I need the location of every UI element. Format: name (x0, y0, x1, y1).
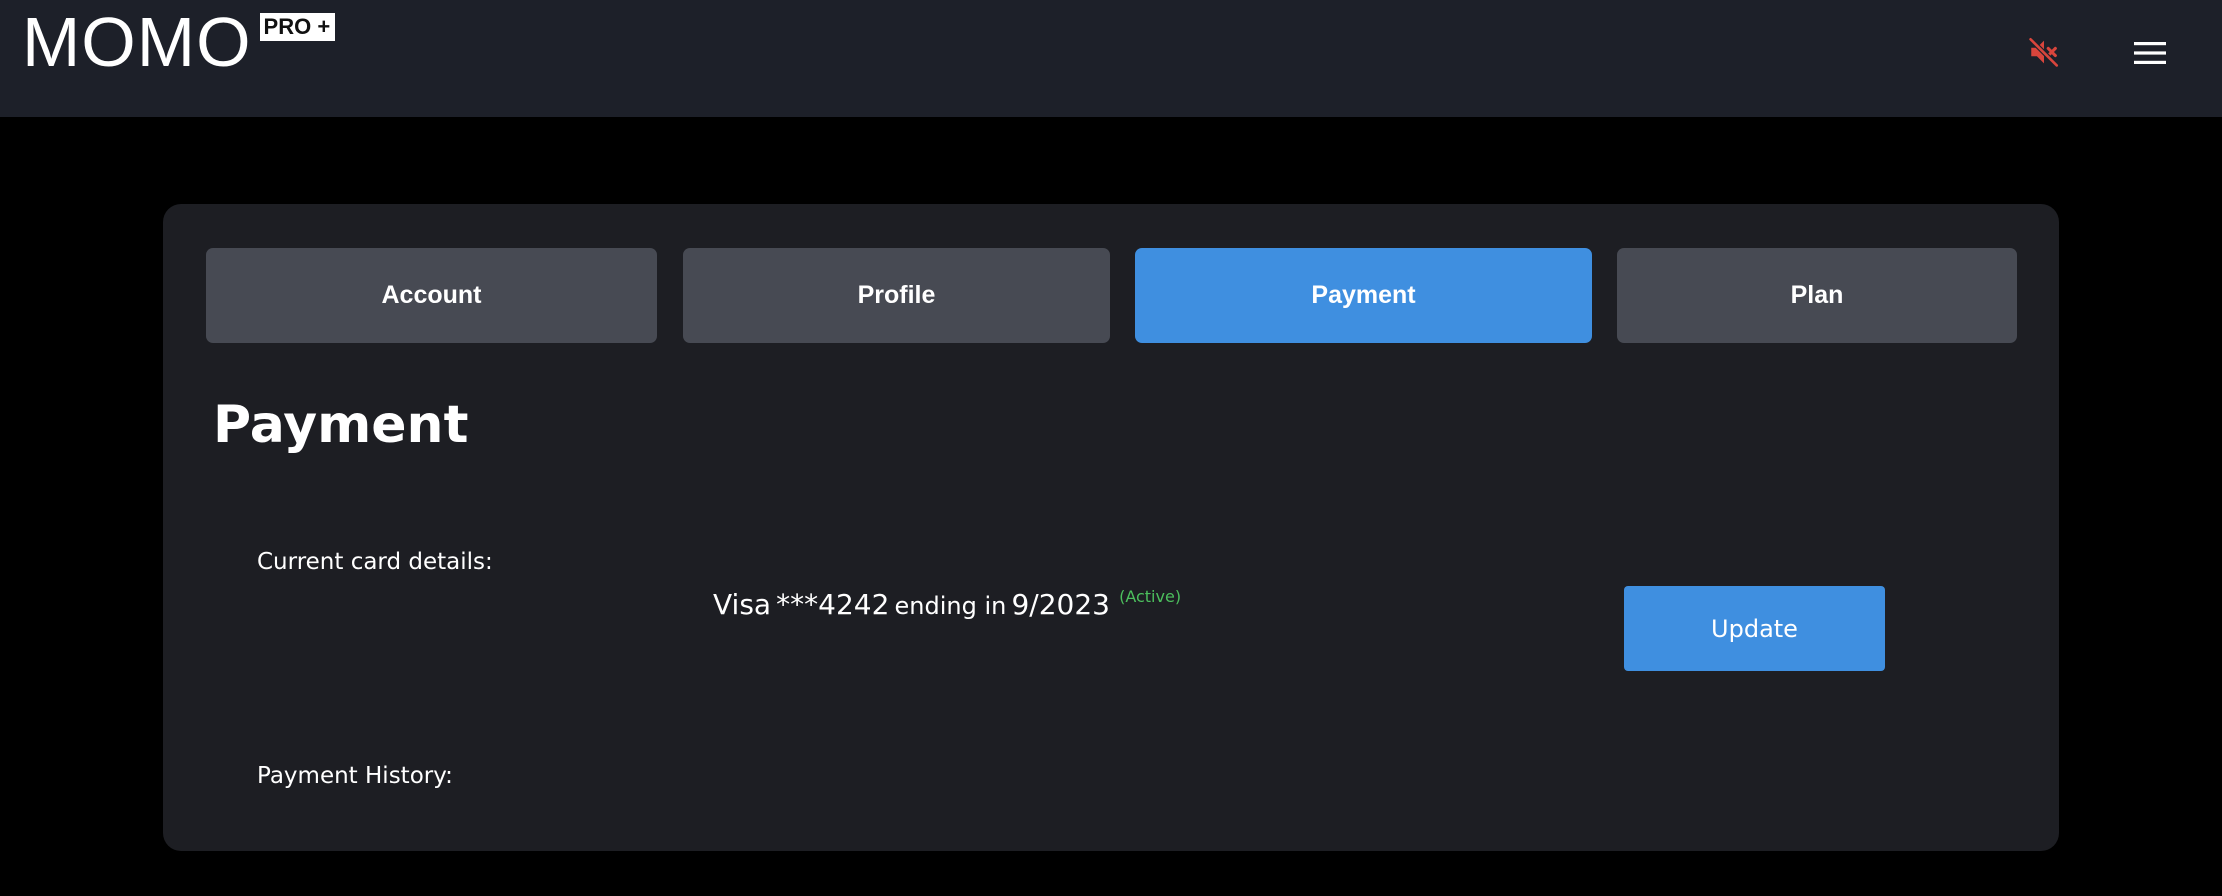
card-details-value: Visa ***4242 ending in 9/2023 (Active) (713, 587, 1181, 621)
tab-plan[interactable]: Plan (1617, 248, 2017, 343)
card-ending-text: ending in (894, 592, 1007, 620)
speaker-muted-icon (2028, 36, 2060, 68)
card-number: ***4242 (776, 588, 890, 621)
page-title: Payment (213, 395, 469, 455)
card-brand: Visa (713, 588, 772, 621)
card-details-label: Current card details: (257, 549, 493, 575)
tab-payment[interactable]: Payment (1135, 248, 1592, 343)
status-badge: (Active) (1119, 587, 1182, 606)
tab-account[interactable]: Account (206, 248, 657, 343)
payment-history-label: Payment History: (257, 763, 453, 789)
update-button[interactable]: Update (1624, 586, 1885, 671)
tab-profile[interactable]: Profile (683, 248, 1110, 343)
hamburger-menu-icon (2134, 42, 2166, 64)
settings-panel: Account Profile Payment Plan Payment Cur… (163, 204, 2059, 851)
mute-button[interactable] (2024, 32, 2064, 72)
app-logo[interactable]: MOMO PRO + (22, 3, 336, 81)
logo-text: MOMO (22, 3, 252, 81)
logo-badge: PRO + (259, 13, 336, 41)
menu-button[interactable] (2130, 36, 2170, 70)
top-bar: MOMO PRO + (0, 0, 2222, 117)
card-expiry: 9/2023 (1011, 588, 1110, 621)
